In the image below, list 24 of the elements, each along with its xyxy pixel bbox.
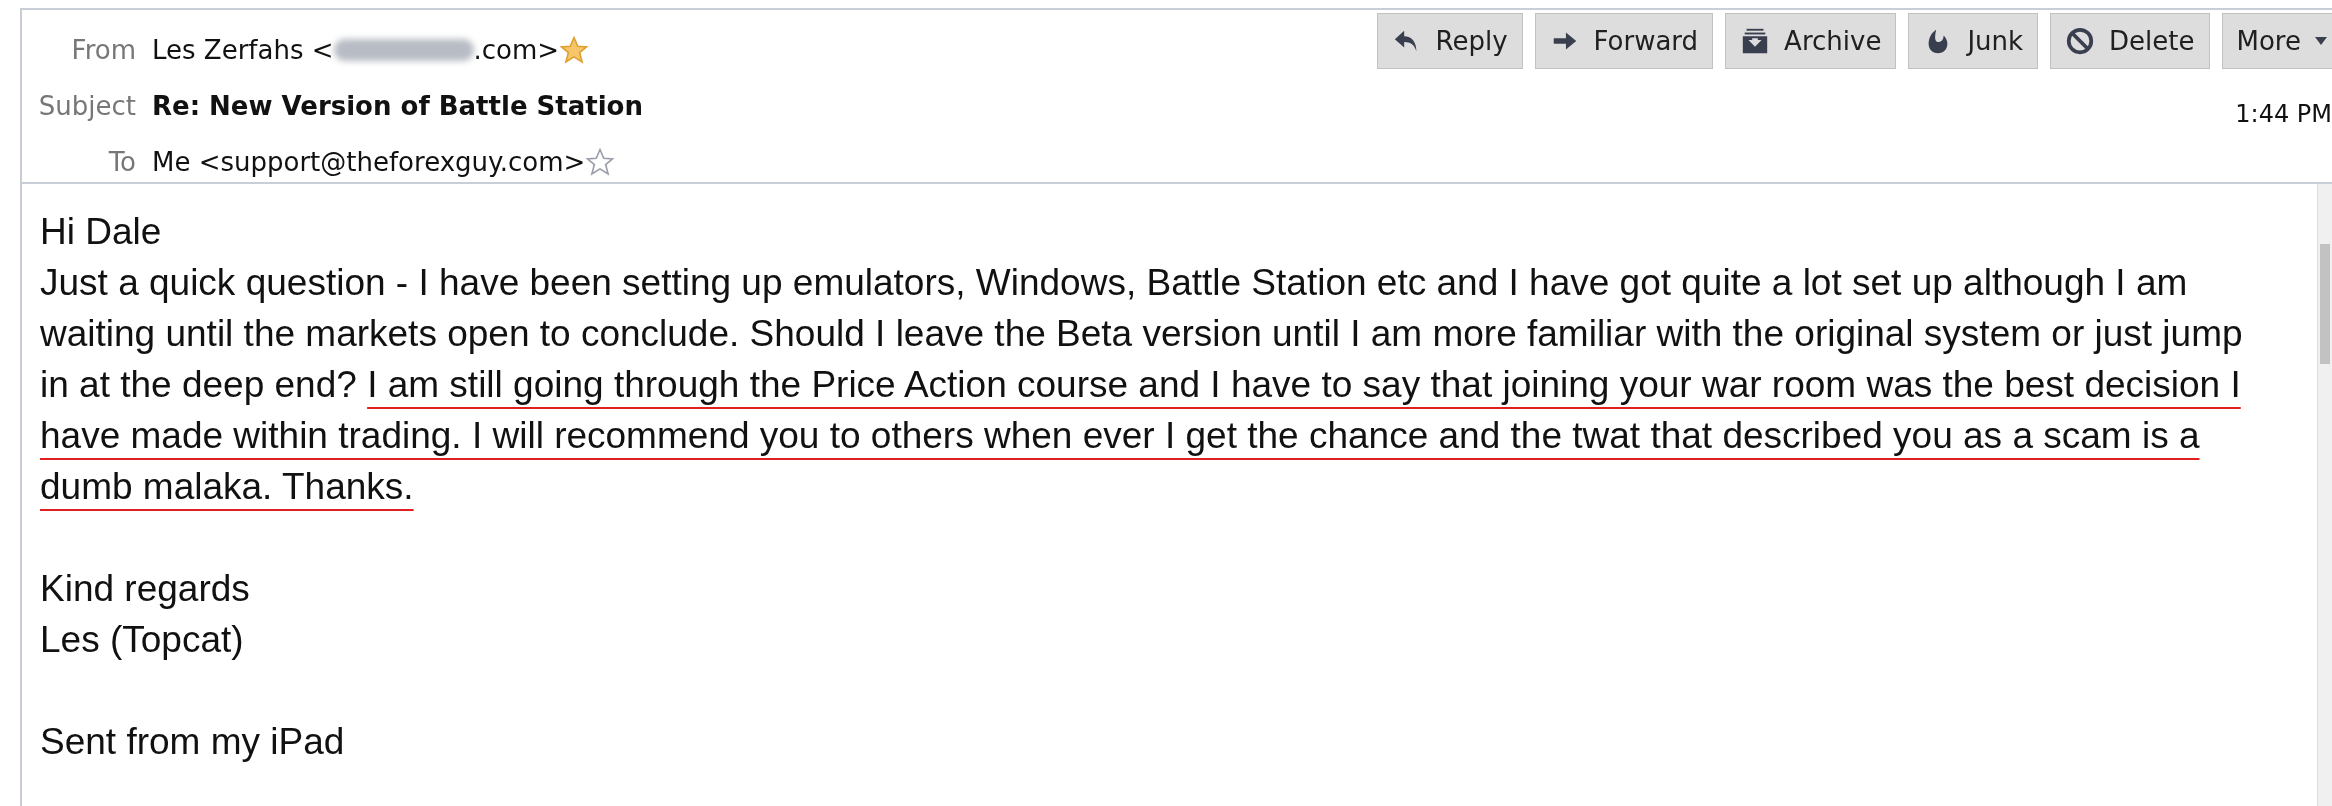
prohibited-icon	[2065, 26, 2096, 56]
star-icon[interactable]	[559, 35, 590, 65]
toolbar-button[interactable]: Delete	[2050, 13, 2210, 69]
subject-text: Re: New Version of Battle Station	[152, 91, 643, 121]
message-text: Just a quick question - I have been setting up emulators, Windows, Battle Station etc and I have got quite a lot set up although I am waiting until the markets open to conclude. Should I leave the Beta version until I am more familiar with the original system or just jump in at the deep end? I am still going through the Price Action course and I have to say that joining your war room was the best decision I have made within trading. I will recommend you to others when ever I get the chance and the twat that described you as a scam is a dumb malaka. Thanks.	[40, 261, 2244, 509]
field-label: From	[70, 35, 136, 65]
scrollbar[interactable]	[2317, 184, 2332, 806]
toolbar-button[interactable]: Junk	[1908, 13, 2039, 69]
message-text: Hi Dale	[40, 210, 163, 254]
star-icon[interactable]	[585, 147, 616, 177]
message-text: Sent from my iPad	[40, 720, 346, 764]
field-label: To	[107, 147, 136, 177]
message-time: 1:44 PM	[2235, 100, 2332, 128]
field-label: Subject	[37, 91, 136, 121]
message-text: Les (Topcat)	[40, 618, 245, 662]
sender-name: Les Zerfahs <	[152, 35, 334, 65]
toolbar-button[interactable]: More	[2221, 13, 2332, 69]
recipient: Me <support@theforexguy.com>	[152, 147, 586, 177]
toolbar-button[interactable]: Archive	[1725, 13, 1897, 69]
caret-icon	[2315, 37, 2327, 45]
toolbar-button[interactable]: Forward	[1534, 13, 1714, 69]
toolbar-button[interactable]: Reply	[1376, 13, 1523, 69]
sender-address: .com>	[473, 35, 560, 65]
message-text: Kind regards	[40, 567, 251, 611]
